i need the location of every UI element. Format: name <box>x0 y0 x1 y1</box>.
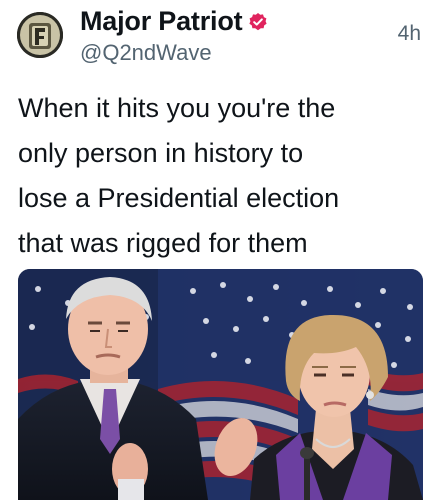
author-handle[interactable]: @Q2ndWave <box>80 40 212 66</box>
verified-badge-icon <box>248 12 268 32</box>
post-timestamp[interactable]: 4h <box>398 22 421 46</box>
author-display-name[interactable]: Major Patriot <box>80 6 243 37</box>
author-avatar[interactable] <box>17 12 63 58</box>
post-card[interactable]: Major Patriot @Q2ndWave 4h When it hits … <box>0 0 441 500</box>
photo-image <box>18 269 423 500</box>
author-name-row: Major Patriot <box>80 4 268 38</box>
post-text: When it hits you you're the only person … <box>18 93 340 258</box>
post-photo[interactable] <box>18 269 423 500</box>
